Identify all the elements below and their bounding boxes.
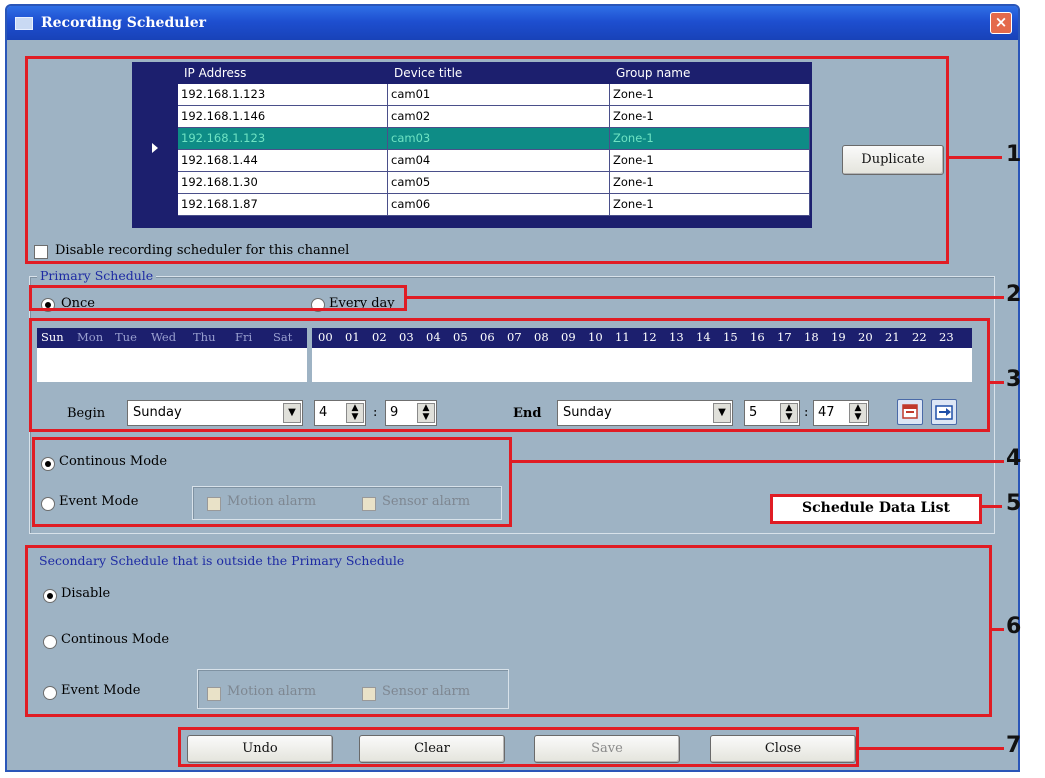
primary-schedule-label: Primary Schedule	[37, 268, 157, 283]
callout-box-6	[25, 545, 992, 717]
callout-number-6: 6	[1006, 614, 1022, 639]
callout-line-5	[982, 505, 1002, 508]
callout-box-4	[32, 437, 512, 527]
callout-line-2	[407, 296, 1004, 299]
callout-number-4: 4	[1006, 446, 1022, 471]
callout-box-3	[29, 318, 990, 432]
callout-number-1: 1	[1006, 142, 1022, 167]
callout-line-7	[859, 747, 1004, 750]
callout-number-7: 7	[1006, 733, 1022, 758]
callout-number-3: 3	[1006, 367, 1022, 392]
callout-box-1	[25, 56, 949, 264]
close-icon: ×	[994, 13, 1008, 31]
callout-number-2: 2	[1006, 282, 1022, 307]
schedule-data-list-button[interactable]: Schedule Data List	[770, 494, 982, 524]
window-app-icon	[15, 17, 33, 30]
window-title: Recording Scheduler	[41, 15, 207, 31]
callout-box-2	[29, 285, 407, 311]
callout-line-1	[949, 156, 1002, 159]
callout-line-6	[992, 628, 1004, 631]
callout-line-4	[512, 460, 1004, 463]
callout-number-5: 5	[1006, 491, 1022, 516]
title-bar: Recording Scheduler ×	[7, 6, 1018, 40]
callout-line-3	[990, 381, 1004, 384]
callout-box-7	[178, 727, 859, 767]
window-close-button[interactable]: ×	[990, 12, 1012, 34]
